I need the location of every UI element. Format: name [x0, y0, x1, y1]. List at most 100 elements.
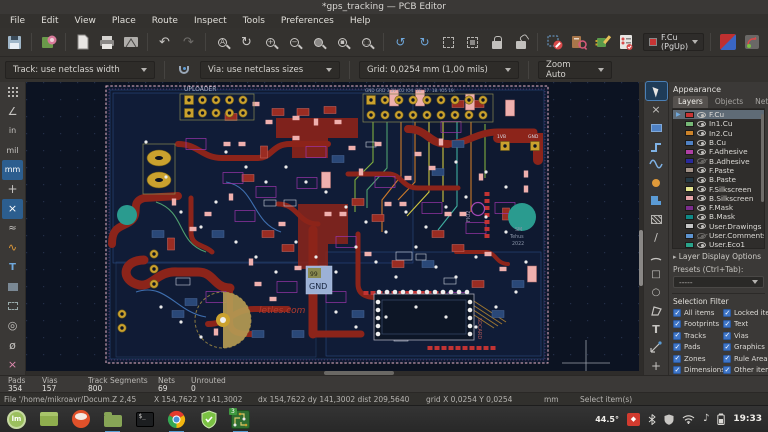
temperature-monitor-icon[interactable]: ◆ — [626, 412, 640, 426]
menu-place[interactable]: Place — [104, 14, 144, 28]
layer-row-f-silkscreen[interactable]: F.Silkscreen — [673, 184, 764, 194]
filter-zones[interactable]: Zones — [673, 354, 723, 363]
layer-color-swatch[interactable] — [685, 148, 694, 155]
print-button[interactable] — [96, 32, 117, 53]
zone-outline-display-icon[interactable] — [2, 297, 23, 317]
board-setup-button[interactable] — [38, 32, 59, 53]
layer-row-f-adhesive[interactable]: F.Adhesive — [673, 147, 764, 156]
route-tracks-t ool[interactable] — [646, 137, 667, 155]
visibility-eye-icon[interactable] — [697, 176, 706, 183]
layer-row-in1-cu[interactable]: In1.Cu — [673, 119, 764, 128]
pad-sketch-mode-icon[interactable]: ◎ — [2, 316, 23, 336]
add-zone-tool[interactable] — [646, 192, 667, 210]
polar-coordinates-icon[interactable]: ∠ — [2, 102, 23, 122]
menu-preferences[interactable]: Preferences — [273, 14, 342, 28]
highlight-nets-icon[interactable]: ∿ — [2, 238, 23, 258]
rotate-cw-button[interactable]: ↻ — [414, 32, 435, 53]
audio-player-icon[interactable]: ♪ — [703, 414, 709, 424]
vertical-scrollbar[interactable] — [639, 82, 643, 375]
add-footprint-tool[interactable] — [646, 119, 667, 137]
filter-graphics[interactable]: Graphics — [723, 343, 768, 352]
track-sketch-mode-icon[interactable]: × — [2, 355, 23, 375]
units-mils-button[interactable]: mil — [2, 141, 23, 161]
find-button[interactable]: A — [212, 32, 233, 53]
layer-selector-dropdown[interactable]: F.Cu (PgUp) — [643, 33, 705, 51]
layer-row-f-cu[interactable]: ▶ F.Cu — [673, 110, 764, 120]
zoom-selection-button[interactable]: ⬚ — [356, 32, 377, 53]
unlock-button[interactable] — [510, 32, 531, 53]
layer-row-b-adhesive[interactable]: B.Adhesive — [673, 156, 764, 166]
temperature-reading[interactable]: 44.5° — [595, 415, 619, 424]
filter-dimensions[interactable]: Dimensions — [673, 366, 725, 374]
layer-color-swatch[interactable] — [685, 130, 694, 137]
filter-pads[interactable]: Pads — [673, 343, 723, 352]
tune-length-tool[interactable] — [646, 155, 667, 173]
set-origin-tool[interactable]: + — [646, 356, 667, 374]
menu-tools[interactable]: Tools — [235, 14, 273, 28]
menu-file[interactable]: File — [2, 14, 33, 28]
visibility-eye-icon[interactable] — [697, 195, 706, 202]
grid-dropdown[interactable]: Grid: 0,0254 mm (1,00 mils) — [359, 60, 519, 79]
highlight-net-tool[interactable]: × — [646, 100, 667, 118]
layer-list-scrollbar[interactable] — [761, 114, 764, 202]
select-tool[interactable] — [644, 80, 668, 102]
layer-row-b-mask[interactable]: B.Mask — [673, 212, 764, 221]
visibility-eye-icon[interactable] — [697, 158, 706, 165]
security-shield-icon[interactable] — [664, 414, 674, 425]
filter-vias[interactable]: Vias — [723, 331, 768, 340]
layer-color-swatch[interactable] — [685, 120, 694, 127]
layer-row-user-eco1[interactable]: User.Eco1 — [673, 240, 764, 248]
visibility-eye-icon[interactable] — [697, 204, 706, 211]
draw-arc-tool[interactable] — [646, 247, 667, 265]
bluetooth-icon[interactable] — [648, 413, 656, 425]
via-sketch-mode-icon[interactable]: ø — [2, 336, 23, 356]
draw-rectangle-tool[interactable]: □ — [646, 265, 667, 283]
layer-row-in2-cu[interactable]: In2.Cu — [673, 129, 764, 138]
visibility-eye-icon[interactable] — [697, 111, 706, 118]
filter-footprints[interactable]: Footprints — [673, 320, 723, 329]
visibility-eye-icon[interactable] — [697, 241, 706, 248]
ungroup-button[interactable] — [462, 32, 483, 53]
visibility-eye-icon[interactable] — [697, 120, 706, 127]
via-size-button[interactable] — [174, 60, 194, 80]
tab-objects[interactable]: Objects — [710, 96, 748, 108]
zoom-out-button[interactable]: − — [284, 32, 305, 53]
layer-row-f-mask[interactable]: F.Mask — [673, 203, 764, 212]
menu-edit[interactable]: Edit — [33, 14, 66, 28]
curved-ratsnest-icon[interactable]: ≈ — [2, 219, 23, 239]
zone-fill-display-icon[interactable] — [2, 277, 23, 297]
add-text-tool[interactable]: T — [646, 320, 667, 338]
layer-color-swatch[interactable] — [685, 139, 694, 146]
ratsnest-visibility-icon[interactable]: × — [2, 199, 23, 219]
save-button[interactable] — [4, 32, 25, 53]
layer-color-swatch[interactable] — [685, 111, 694, 118]
grid-visibility-icon[interactable] — [2, 82, 23, 102]
layer-color-swatch[interactable] — [685, 204, 694, 211]
presets-dropdown[interactable]: ----- — [673, 276, 764, 289]
layer-color-swatch[interactable] — [685, 186, 694, 193]
visibility-eye-icon[interactable] — [697, 213, 706, 220]
undo-button[interactable]: ↶ — [154, 32, 175, 53]
chrome-button[interactable] — [166, 409, 187, 432]
group-button[interactable] — [438, 32, 459, 53]
filter-locked-items[interactable]: Locked items — [723, 309, 768, 318]
layer-row-f-paste[interactable]: F.Paste — [673, 166, 764, 175]
add-rule-area-tool[interactable] — [646, 210, 667, 228]
crosshair-cursor-icon[interactable]: + — [2, 180, 23, 200]
draw-line-tool[interactable]: / — [646, 228, 667, 246]
zoom-dropdown[interactable]: Zoom Auto — [538, 60, 612, 80]
via-size-dropdown[interactable]: Via: use netclass sizes — [200, 60, 340, 79]
battery-icon[interactable] — [717, 413, 726, 425]
software-manager-button[interactable] — [38, 409, 59, 430]
layer-row-b-paste[interactable]: B.Paste — [673, 175, 764, 184]
mint-menu-button[interactable]: lm — [6, 409, 27, 430]
zoom-fit-button[interactable] — [308, 32, 329, 53]
antivirus-button[interactable] — [198, 409, 219, 430]
zoom-in-button[interactable]: + — [260, 32, 281, 53]
visibility-eye-icon[interactable] — [697, 232, 706, 239]
zoom-objects-button[interactable]: ▪ — [332, 32, 353, 53]
kicad-taskbar-button[interactable]: 3 — [229, 407, 251, 432]
visibility-eye-icon[interactable] — [697, 139, 706, 146]
vertical-scrollbar-thumb[interactable] — [639, 230, 643, 286]
measure-tool[interactable] — [646, 338, 667, 356]
